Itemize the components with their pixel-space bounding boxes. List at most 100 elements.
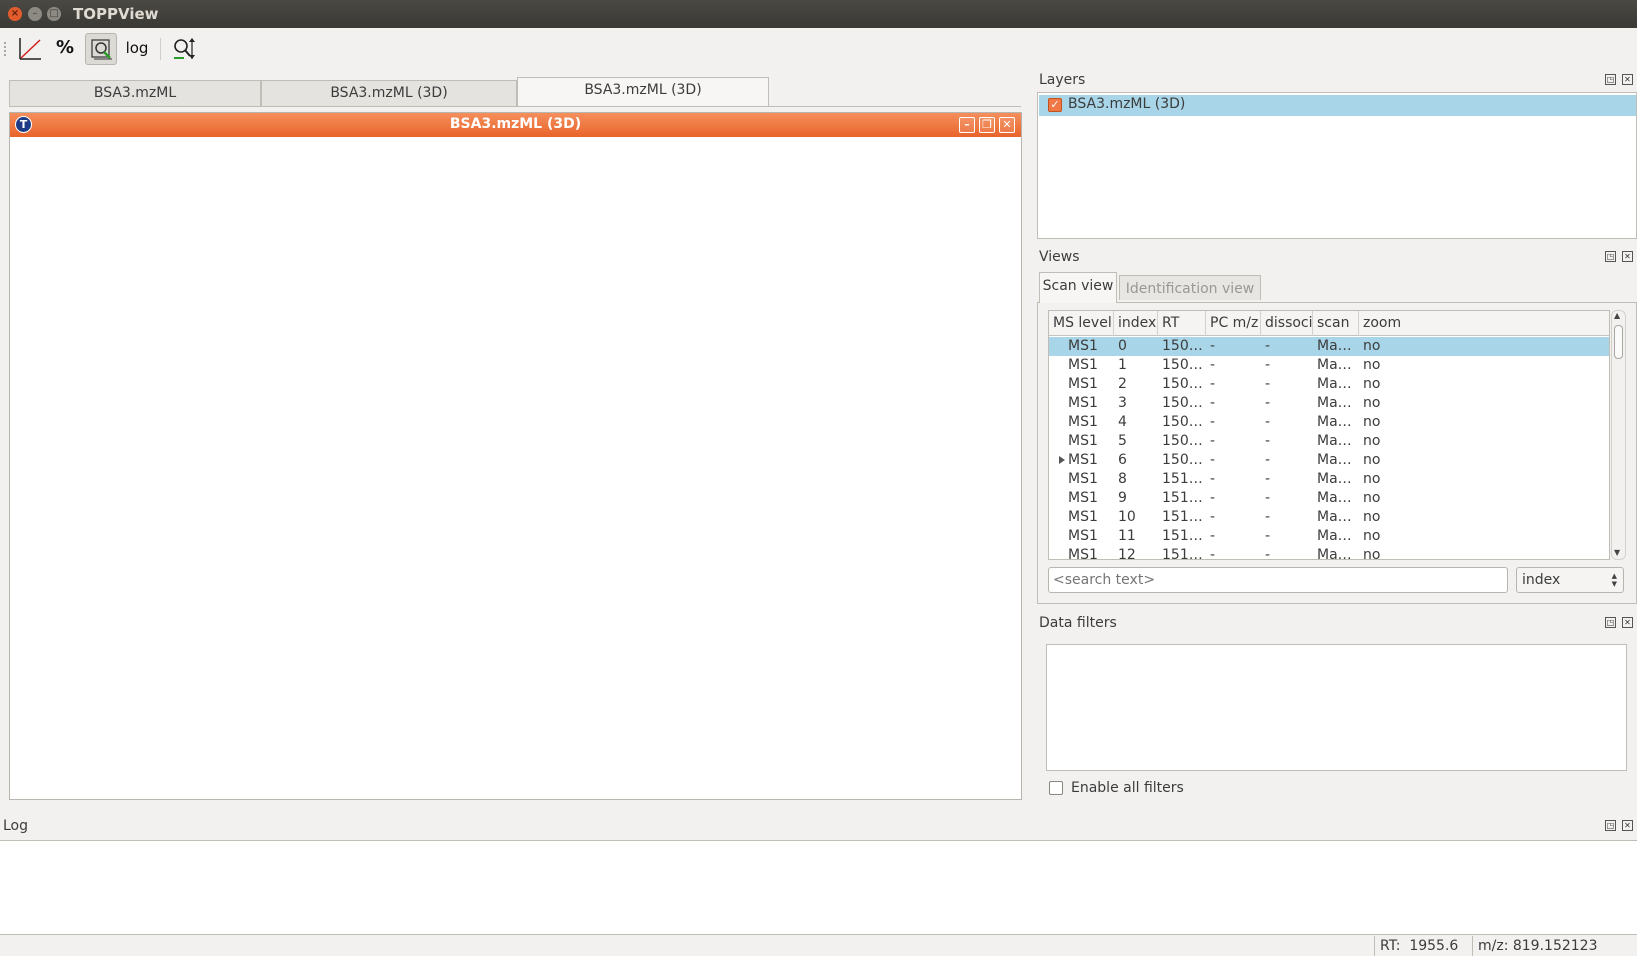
table-cell: Ma… [1317,357,1352,373]
views-float-icon[interactable]: ◳ [1605,251,1616,262]
table-cell: - [1265,338,1271,354]
table-cell: - [1210,414,1216,430]
table-row[interactable]: MS1 0 150… - - Ma… no [1049,337,1609,356]
tab-scan-view[interactable]: Scan view [1039,272,1117,303]
tab-identification-view[interactable]: Identification view [1119,275,1261,300]
views-close-icon[interactable]: ✕ [1622,251,1633,262]
spectrum-3d-subwindow: T BSA3.mzML (3D) – ❐ ✕ [9,112,1022,800]
scan-search-input[interactable] [1048,567,1508,593]
minimize-window-icon[interactable]: – [28,7,42,21]
table-cell: - [1210,357,1216,373]
table-cell: - [1210,395,1216,411]
table-row[interactable]: MS1 4 150… - - Ma… no [1049,413,1609,432]
table-cell: 150… [1162,433,1203,449]
table-cell: 150… [1162,376,1203,392]
table-cell: - [1210,376,1216,392]
layers-close-icon[interactable]: ✕ [1622,74,1633,85]
log-textarea[interactable] [0,840,1637,935]
table-cell: - [1210,490,1216,506]
scan-table[interactable]: MS level index RT PC m/z dissoci scan zo… [1048,310,1610,560]
table-row[interactable]: MS1 12 151… - - Ma… no [1049,546,1609,560]
percentage-intensity-button[interactable]: % [49,33,81,65]
close-window-icon[interactable]: × [8,7,22,21]
snap-intensity-button[interactable] [85,33,117,65]
views-dock-title: Views [1039,249,1080,265]
table-cell: 150… [1162,338,1203,354]
doc-tab-1[interactable]: BSA3.mzML [9,80,261,106]
enable-all-filters-checkbox[interactable] [1049,781,1063,795]
table-cell: - [1210,433,1216,449]
table-cell: no [1363,471,1381,487]
window-titlebar: × – □ TOPPView [0,0,1637,28]
table-cell: - [1210,509,1216,525]
scan-table-header: MS level index RT PC m/z dissoci scan zo… [1049,311,1609,336]
table-cell: no [1363,433,1381,449]
table-row[interactable]: MS1 5 150… - - Ma… no [1049,432,1609,451]
table-cell: Ma… [1317,509,1352,525]
table-cell: - [1265,547,1271,560]
reset-zoom-icon [174,38,195,59]
table-row[interactable]: MS1 2 150… - - Ma… no [1049,375,1609,394]
scrollbar-thumb[interactable] [1614,325,1623,359]
scroll-up-icon[interactable]: ▲ [1614,311,1620,320]
table-cell: - [1265,490,1271,506]
table-cell: Ma… [1317,338,1352,354]
filters-float-icon[interactable]: ◳ [1605,617,1616,628]
table-cell: 4 [1118,414,1127,430]
scan-table-scrollbar[interactable]: ▲ ▼ [1611,310,1626,560]
table-cell: - [1265,528,1271,544]
column-zoom[interactable]: zoom [1359,311,1609,336]
search-field-select[interactable]: index ▲ ▼ [1516,567,1624,593]
table-row[interactable]: MS1 11 151… - - Ma… no [1049,527,1609,546]
scroll-down-icon[interactable]: ▼ [1614,548,1620,557]
table-row[interactable]: MS1 10 151… - - Ma… no [1049,508,1609,527]
subwindow-close-icon[interactable]: ✕ [999,117,1015,133]
linear-intensity-button[interactable] [14,33,46,65]
table-row[interactable]: MS1 6 150… - - Ma… no [1049,451,1609,470]
table-row[interactable]: MS1 8 151… - - Ma… no [1049,470,1609,489]
table-row[interactable]: MS1 1 150… - - Ma… no [1049,356,1609,375]
layer-item[interactable]: ✓ BSA3.mzML (3D) [1039,95,1636,116]
doc-tab-baseline [9,106,1021,107]
toolbar-grip[interactable] [4,42,7,56]
table-cell: Ma… [1317,452,1352,468]
table-cell: 12 [1118,547,1136,560]
table-cell: MS1 [1068,433,1098,449]
table-cell: - [1265,452,1271,468]
maximize-window-icon[interactable]: □ [47,7,61,21]
column-dissociation[interactable]: dissoci [1261,311,1313,336]
3d-spectrum-canvas[interactable] [10,137,1021,799]
subwindow-restore-icon[interactable]: ❐ [979,117,995,133]
table-cell: 10 [1118,509,1136,525]
log-intensity-button[interactable]: log [121,33,153,65]
table-cell: MS1 [1068,414,1098,430]
log-float-icon[interactable]: ◳ [1605,820,1616,831]
status-rt: RT: 1955.6 [1374,936,1472,956]
column-scan[interactable]: scan [1313,311,1359,336]
log-close-icon[interactable]: ✕ [1622,820,1633,831]
table-cell: - [1265,509,1271,525]
layers-float-icon[interactable]: ◳ [1605,74,1616,85]
column-rt[interactable]: RT [1158,311,1206,336]
log-intensity-icon: log [125,39,149,57]
filters-close-icon[interactable]: ✕ [1622,617,1633,628]
table-cell: - [1210,338,1216,354]
subwindow-titlebar[interactable]: T BSA3.mzML (3D) – ❐ ✕ [10,113,1021,137]
table-row[interactable]: MS1 3 150… - - Ma… no [1049,394,1609,413]
column-pc-mz[interactable]: PC m/z [1206,311,1261,336]
reset-zoom-button[interactable] [168,33,200,65]
table-cell: 151… [1162,471,1203,487]
table-cell: no [1363,452,1381,468]
table-cell: - [1210,471,1216,487]
doc-tab-3[interactable]: BSA3.mzML (3D) [517,77,769,106]
column-index[interactable]: index [1114,311,1158,336]
doc-tab-2[interactable]: BSA3.mzML (3D) [261,80,517,106]
column-ms-level[interactable]: MS level [1049,311,1114,336]
table-cell: 150… [1162,395,1203,411]
layer-visible-checkbox[interactable]: ✓ [1048,98,1062,112]
data-filters-list[interactable] [1046,644,1627,771]
table-cell: no [1363,395,1381,411]
table-row[interactable]: MS1 9 151… - - Ma… no [1049,489,1609,508]
subwindow-minimize-icon[interactable]: – [959,117,975,133]
table-cell: no [1363,338,1381,354]
